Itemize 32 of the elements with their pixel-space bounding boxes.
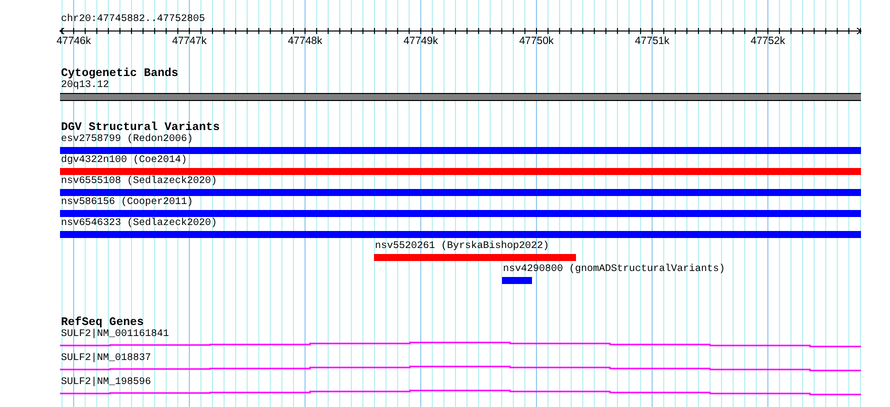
variant-bar[interactable] <box>60 147 861 154</box>
variant-label: nsv586156 (Cooper2011) <box>60 197 194 209</box>
variant-label: nsv5520261 (ByrskaBishop2022) <box>374 241 550 253</box>
variant-label: nsv6555108 (Sedlazeck2020) <box>60 176 218 188</box>
variant-bar[interactable] <box>60 189 861 196</box>
variant-bar[interactable] <box>60 168 861 175</box>
track-title: Cytogenetic Bands <box>60 68 180 80</box>
gene-label: SULF2|NM_001161841 <box>60 329 170 341</box>
band-label: 20q13.12 <box>60 80 110 92</box>
gene-model-line[interactable] <box>60 390 861 396</box>
gene-model-line[interactable] <box>60 342 861 348</box>
gene-label: SULF2|NM_198596 <box>60 377 152 389</box>
tick-label: 47752k <box>750 35 786 47</box>
tick-label: 47751k <box>634 35 670 47</box>
gene-model-line[interactable] <box>60 366 861 372</box>
variant-bar[interactable] <box>60 210 861 217</box>
tick-label: 47748k <box>288 35 322 47</box>
tick-label: 47747k <box>172 35 207 47</box>
variant-label: nsv6546323 (Sedlazeck2020) <box>60 218 218 230</box>
tick-label: 47750k <box>519 35 554 47</box>
variant-bar[interactable] <box>60 231 861 238</box>
tick-label: 47749k <box>404 35 438 47</box>
variant-bar[interactable] <box>374 254 576 261</box>
tick-label: 47746k <box>56 35 91 47</box>
track-title: DGV Structural Variants <box>60 122 221 134</box>
gene-label: SULF2|NM_018837 <box>60 353 152 365</box>
track-title: RefSeq Genes <box>60 317 144 329</box>
variant-bar[interactable] <box>502 277 532 284</box>
variant-label: dgv4322n100 (Coe2014) <box>60 155 188 167</box>
location-label: chr20:47745882..47752805 <box>60 14 206 26</box>
variant-label: esv2758799 (Redon2006) <box>60 134 194 146</box>
variant-label: nsv4290800 (gnomADStructuralVariants) <box>502 264 726 276</box>
